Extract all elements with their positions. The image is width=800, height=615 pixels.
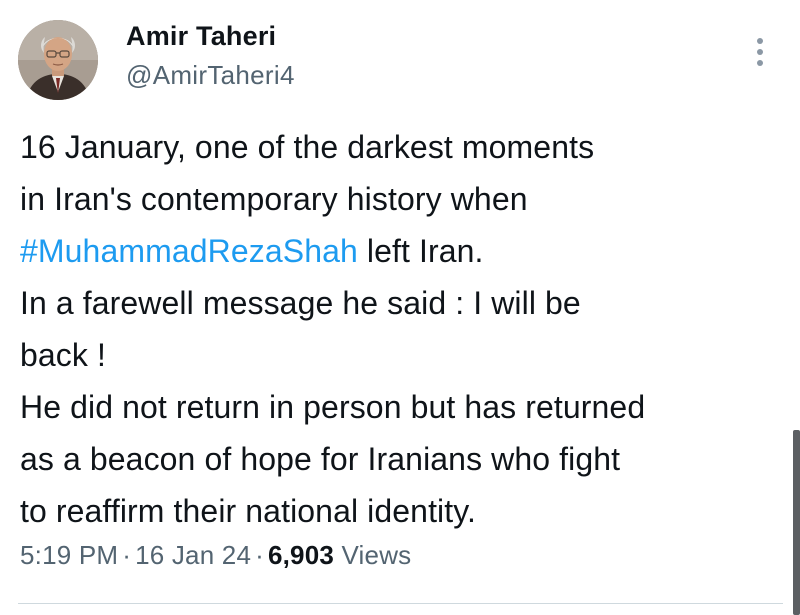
author-handle[interactable]: @AmirTaheri4 bbox=[126, 60, 295, 91]
tweet-card: Amir Taheri @AmirTaheri4 16 January, one… bbox=[0, 0, 800, 615]
tweet-metadata: 5:19 PM · 16 Jan 24 · 6,903 Views bbox=[20, 540, 411, 571]
more-dot bbox=[757, 60, 763, 66]
tweet-line: 16 January, one of the darkest moments bbox=[20, 129, 595, 165]
more-dot bbox=[757, 38, 763, 44]
tweet-line: as a beacon of hope for Iranians who fig… bbox=[20, 441, 621, 477]
avatar-photo bbox=[18, 20, 98, 100]
avatar[interactable] bbox=[18, 20, 98, 100]
tweet-line-rest: left Iran. bbox=[357, 233, 484, 269]
author-name[interactable]: Amir Taheri bbox=[126, 21, 276, 52]
views-count: 6,903 bbox=[267, 540, 335, 570]
divider bbox=[18, 603, 783, 604]
scrollbar[interactable] bbox=[793, 430, 800, 615]
tweet-line: to reaffirm their national identity. bbox=[20, 493, 476, 529]
tweet-line: In a farewell message he said : I will b… bbox=[20, 285, 581, 321]
tweet-line: #MuhammadRezaShah left Iran. bbox=[20, 225, 780, 277]
tweet-text: 16 January, one of the darkest moments i… bbox=[20, 121, 780, 537]
tweet-line: back ! bbox=[20, 337, 106, 373]
more-dot bbox=[757, 49, 763, 55]
tweet-time[interactable]: 5:19 PM bbox=[20, 540, 118, 570]
tweet-date[interactable]: 16 Jan 24 bbox=[135, 540, 251, 570]
hashtag-link[interactable]: #MuhammadRezaShah bbox=[20, 233, 358, 269]
tweet-line: He did not return in person but has retu… bbox=[20, 389, 646, 425]
more-options-icon[interactable] bbox=[748, 34, 772, 70]
meta-separator: · bbox=[255, 540, 264, 570]
views-label: Views bbox=[341, 540, 412, 570]
meta-separator: · bbox=[122, 540, 132, 570]
tweet-line: in Iran's contemporary history when bbox=[20, 181, 528, 217]
